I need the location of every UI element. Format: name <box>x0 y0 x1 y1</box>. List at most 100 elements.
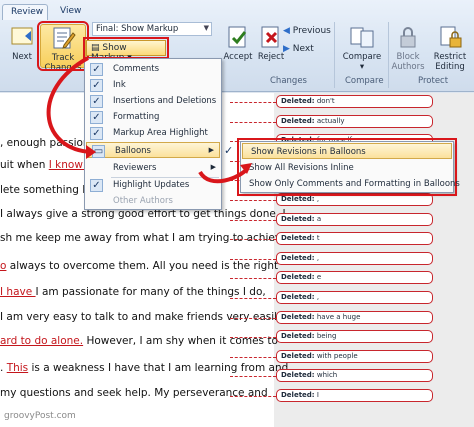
balloon-text: I <box>316 391 319 399</box>
balloon-label: Deleted: <box>281 371 315 380</box>
chevron-down-icon: ▼ <box>203 24 209 32</box>
menu-item-label: Ink <box>113 80 126 90</box>
balloons-submenu: Show Revisions in Balloons Show All Revis… <box>237 138 460 196</box>
restrict-editing-button[interactable]: Restrict Editing <box>428 24 472 72</box>
menu-item-reviewers[interactable]: Reviewers ▶ <box>85 160 221 176</box>
balloon-leader-line <box>230 337 276 339</box>
checkmark-icon: ✓ <box>90 63 103 76</box>
lock-icon <box>395 24 421 50</box>
restrict-editing-icon <box>437 24 463 50</box>
balloon-label: Deleted: <box>281 116 315 125</box>
watermark-brand: groovyPost.com <box>4 411 76 421</box>
balloon-label: Deleted: <box>281 332 315 341</box>
next-change-button[interactable]: ▶ Next <box>283 44 314 54</box>
balloon-text: a <box>316 214 322 223</box>
next-comment-label: Next <box>12 52 32 62</box>
accept-button[interactable]: Accept <box>222 24 254 62</box>
deleted-revision-balloon[interactable]: Deleted: t <box>276 232 433 246</box>
ribbon: Review View Next Track Changes Final: Sh… <box>0 0 474 92</box>
track-changes-label: Track Changes <box>44 53 82 73</box>
ribbon-tabs: Review View <box>0 0 474 20</box>
menu-item-label: Balloons <box>115 146 151 156</box>
balloon-leader-line <box>230 317 276 319</box>
menu-item-insertions-and-deletions[interactable]: ✓ Insertions and Deletions <box>85 93 221 109</box>
balloon-label: Deleted: <box>281 253 315 262</box>
compare-label: Compare <box>342 52 382 62</box>
deleted-revision-balloon[interactable]: Deleted: , <box>276 251 433 265</box>
menu-item-highlight-updates[interactable]: ✓ Highlight Updates <box>85 177 221 193</box>
balloon-text: , <box>316 253 320 262</box>
group-divider <box>334 22 335 88</box>
next-comment-icon <box>9 24 35 50</box>
show-markup-menu: ✓ Comments ✓ Ink ✓ Insertions and Deletions ✓ F… <box>84 58 222 210</box>
compare-button[interactable]: Compare ▾ <box>340 24 384 72</box>
balloon-label: Deleted: <box>281 97 315 105</box>
balloon-leader-line <box>230 356 276 358</box>
block-authors-button[interactable]: Block Authors <box>390 24 426 72</box>
next-comment-button[interactable]: Next <box>8 24 36 62</box>
menu-item-comments[interactable]: ✓ Comments <box>85 61 221 77</box>
reject-icon <box>258 24 284 50</box>
deleted-revision-balloon[interactable]: Deleted: e <box>276 271 433 285</box>
deleted-revision-balloon[interactable]: Deleted: being <box>276 330 433 344</box>
deleted-revision-balloon[interactable]: Deleted: don't <box>276 95 433 108</box>
balloon-text: being <box>316 332 337 341</box>
submenu-item-show-only-comments-and-formatting-in-balloons[interactable]: Show Only Comments and Formatting in Bal… <box>241 176 460 192</box>
track-changes-button[interactable]: Track Changes <box>37 21 89 73</box>
balloon-text: which <box>316 371 338 380</box>
deleted-revision-balloon[interactable]: Deleted: a <box>276 212 433 226</box>
balloon-label: Deleted: <box>281 234 315 243</box>
submenu-item-show-all-revisions-inline[interactable]: Show All Revisions Inline <box>241 160 453 176</box>
group-divider <box>388 22 389 88</box>
balloon-leader-line <box>230 239 276 241</box>
deleted-revision-balloon[interactable]: Deleted: actually <box>276 114 433 128</box>
menu-item-label: Markup Area Highlight <box>113 128 208 138</box>
checkmark-icon: ✓ <box>90 127 103 140</box>
menu-item-other-authors[interactable]: Other Authors <box>85 193 221 209</box>
line-text: my questions and seek help. My persevera… <box>0 387 268 399</box>
balloon-icon: ▭ <box>92 145 105 158</box>
menu-item-label: Formatting <box>113 112 160 122</box>
menu-item-ink[interactable]: ✓ Ink <box>85 77 221 93</box>
inserted-text: This <box>6 362 29 374</box>
deleted-revision-balloon[interactable]: Deleted: , <box>276 291 433 304</box>
compare-icon <box>349 24 375 50</box>
restrict-editing-label: Restrict Editing <box>433 52 467 72</box>
balloon-text: actually <box>316 116 345 125</box>
checkmark-icon: ✓ <box>90 79 103 92</box>
menu-item-label: Comments <box>113 64 160 74</box>
balloon-label: Deleted: <box>281 195 315 203</box>
deleted-revision-balloon[interactable]: Deleted: , <box>276 193 433 206</box>
deleted-revision-balloon[interactable]: Deleted: I <box>276 389 433 402</box>
tab-review[interactable]: Review <box>2 4 48 20</box>
previous-change-button[interactable]: ◀ Previous <box>283 26 331 36</box>
submenu-item-show-revisions-in-balloons[interactable]: Show Revisions in Balloons <box>242 143 452 159</box>
balloon-leader-line <box>230 396 276 397</box>
reject-button[interactable]: Reject <box>256 24 286 62</box>
line-text: is a weakness I have that I am learning … <box>28 362 289 374</box>
document-line: o always to overcome them. All you need … <box>0 260 278 272</box>
balloon-text: , <box>316 293 320 301</box>
tab-view[interactable]: View <box>52 4 92 20</box>
line-text: uit when <box>0 159 49 171</box>
balloon-text: , <box>316 195 320 203</box>
deleted-revision-balloon[interactable]: Deleted: which <box>276 369 433 383</box>
deleted-revision-balloon[interactable]: Deleted: have a huge <box>276 310 433 324</box>
deleted-revision-balloon[interactable]: Deleted: with people <box>276 349 433 363</box>
track-changes-icon <box>50 25 76 51</box>
menu-item-markup-area-highlight[interactable]: ✓ Markup Area Highlight <box>85 125 221 141</box>
accept-label: Accept <box>223 52 253 62</box>
balloon-leader-line <box>230 298 276 299</box>
document-line: , enough passion t <box>0 137 97 149</box>
display-for-review-select[interactable]: Final: Show Markup ▼ <box>92 22 212 36</box>
inserted-text: ard to do alone. <box>0 335 84 347</box>
show-markup-button[interactable]: ▤ Show Markup ▾ <box>83 37 169 63</box>
balloon-leader-line <box>230 219 276 221</box>
balloon-leader-line <box>230 200 276 201</box>
menu-item-balloons[interactable]: ▭ Balloons ▶ <box>86 142 220 158</box>
line-text: . <box>0 362 7 374</box>
balloon-leader-line <box>230 376 276 378</box>
line-text: , enough passion t <box>0 137 98 149</box>
menu-item-formatting[interactable]: ✓ Formatting <box>85 109 221 125</box>
checkmark-icon: ✓ <box>90 179 103 192</box>
